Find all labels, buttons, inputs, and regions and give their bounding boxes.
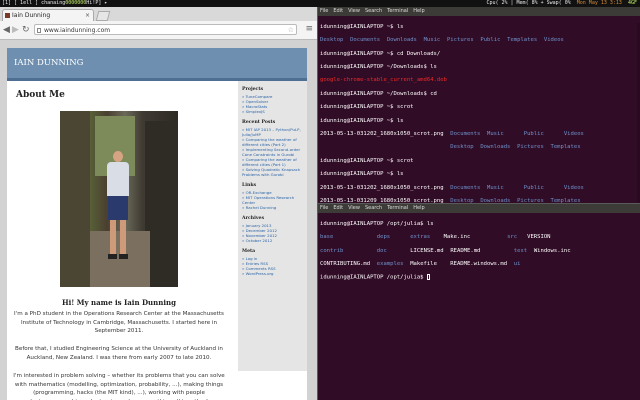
terminal-output[interactable]: idunning@IAINLAPTOP /opt/julia$ ls base … (318, 213, 640, 296)
system-status-bar: [1] [ 1ell ] chanaing0000000Hi!P] ▸ Cpu(… (0, 0, 640, 7)
sidebar-section: Links » OR-Exchange » MIT Operations Res… (238, 183, 307, 210)
sidebar-link[interactable]: » MIT IAP 2013 – Python/PuLP, Julia/JuMP (242, 127, 307, 137)
intro-paragraph-2: Before that, I studied Engineering Scien… (15, 346, 223, 361)
sidebar-section: Meta » Log in » Entries RSS » Comments R… (238, 249, 307, 276)
terminal-line: idunning@IAINLAPTOP ~$ scrot (320, 157, 414, 164)
menu-help[interactable]: Help (413, 8, 424, 14)
sidebar-heading: Links (242, 183, 257, 188)
sidebar-link[interactable]: » WordPress.org (242, 271, 307, 276)
person-figure (104, 151, 132, 261)
intro-paragraph-3: I'm interested in problem solving – whet… (13, 373, 225, 400)
menu-terminal[interactable]: Terminal (387, 205, 408, 211)
menu-file[interactable]: File (320, 205, 328, 211)
terminal-line: Desktop Documents Downloads Music Pictur… (320, 37, 564, 44)
terminal-line: 2013-05-13-031202_1680x1050_scrot.png Do… (320, 184, 584, 191)
intro-heading: Hi! My name is Iain Dunning (62, 298, 176, 307)
menu-file[interactable]: File (320, 8, 328, 14)
cpu-mem-stats: Cpu( 2% | Mem( 8% + Swap( 0% (486, 0, 571, 6)
main-content: About Me Hi! My name is Iain Dunning I'm… (7, 81, 231, 400)
terminal-line: idunning@IAINLAPTOP ~/Downloads$ ls (320, 63, 437, 70)
profile-photo (60, 111, 178, 287)
page-icon (37, 28, 41, 33)
terminal-line: idunning@IAINLAPTOP /opt/julia$ ls (320, 220, 434, 227)
browser-window: Iain Dunning × ◀ ▶ ↻ www.iaindunning.com… (0, 7, 317, 400)
terminal-window-top[interactable]: File Edit View Search Terminal Help idunning@… (318, 7, 640, 204)
sidebar: Projects » TuneCompare » OpenSolver » Ma… (238, 81, 307, 371)
terminal-menubar: File Edit View Search Terminal Help (318, 204, 640, 213)
browser-menu-icon[interactable]: ≡ (305, 24, 313, 34)
bookmark-star-icon[interactable]: ☆ (288, 25, 294, 36)
system-stats: Cpu( 2% | Mem( 8% + Swap( 0% Mon May 13 … (486, 0, 637, 7)
menu-edit[interactable]: Edit (333, 8, 343, 14)
reload-button[interactable]: ↻ (22, 24, 30, 36)
menu-view[interactable]: View (348, 205, 360, 211)
terminal-line: idunning@IAINLAPTOP ~$ cd Downloads/ (320, 50, 441, 57)
terminal-line: idunning@IAINLAPTOP ~$ scrot (320, 104, 414, 111)
terminal-line: google-chrome-stable_current_amd64.deb (320, 77, 447, 84)
tab-strip: Iain Dunning × (0, 7, 317, 21)
terminal-line: idunning@IAINLAPTOP ~$ ls (320, 171, 404, 178)
terminal-line: idunning@IAINLAPTOP ~/Downloads$ cd (320, 90, 437, 97)
site-container: IAIN DUNNING About Me Hi! My name is Iai… (7, 48, 307, 400)
sidebar-section: Archives » January 2013 » December 2012 … (238, 216, 307, 243)
terminal-line: CONTRIBUTING.md examples Makefile README… (320, 260, 521, 267)
terminal-line: 2013-05-13-031202_1680x1050_scrot.png Do… (320, 130, 584, 137)
menu-view[interactable]: View (348, 8, 360, 14)
tab-title: Iain Dunning (12, 12, 51, 19)
terminal-output[interactable]: idunning@IAINLAPTOP ~$ ls Desktop Docume… (318, 16, 640, 204)
navigation-bar: ◀ ▶ ↻ www.iaindunning.com ☆ ≡ (0, 21, 317, 40)
close-tab-icon[interactable]: × (85, 10, 90, 21)
sidebar-heading: Archives (242, 216, 265, 221)
browser-tab[interactable]: Iain Dunning × (2, 9, 94, 21)
address-bar[interactable]: www.iaindunning.com ☆ (34, 24, 297, 35)
workspace-indicator[interactable]: [1] [ 1ell ] chanaing0000000Hi!P] ▸ (2, 0, 107, 7)
page-heading: About Me (16, 90, 65, 100)
page-viewport[interactable]: IAIN DUNNING About Me Hi! My name is Iai… (0, 40, 317, 400)
terminal-line: contrib doc LICENSE.md README.md test Wi… (320, 247, 571, 254)
sidebar-link[interactable]: » MIT Operations Research Center (242, 195, 307, 205)
text-cursor (426, 274, 430, 281)
sidebar-link[interactable]: » Comparing the weather of different cit… (242, 157, 307, 167)
menu-terminal[interactable]: Terminal (387, 8, 408, 14)
sidebar-section: Projects » TuneCompare » OpenSolver » Ma… (238, 87, 307, 114)
sidebar-link[interactable]: » Rachel Dunning (242, 205, 307, 210)
sidebar-heading: Recent Posts (242, 120, 276, 125)
forward-button[interactable]: ▶ (12, 24, 19, 36)
terminal-window-bottom[interactable]: File Edit View Search Terminal Help idunning@… (318, 204, 640, 400)
intro-paragraph-1: I'm a PhD student in the Operations Rese… (14, 311, 224, 334)
menu-search[interactable]: Search (365, 8, 382, 14)
terminal-menubar: File Edit View Search Terminal Help (318, 7, 640, 16)
workspace-label: [1] [ 1ell ] chanaing (2, 0, 66, 6)
menu-search[interactable]: Search (365, 205, 382, 211)
date-text: Mon May 13 (576, 0, 607, 6)
menu-edit[interactable]: Edit (333, 205, 343, 211)
menu-help[interactable]: Help (413, 205, 424, 211)
terminal-line: idunning@IAINLAPTOP ~$ ls (320, 23, 404, 30)
workspace-tail: Hi!P] ▸ (86, 0, 108, 6)
sidebar-link[interactable]: » Implementing Second-order Cone Constra… (242, 147, 307, 157)
terminal-line: idunning@IAINLAPTOP /opt/julia$ (320, 274, 638, 281)
mem-indicator: 4GF (627, 0, 637, 6)
favicon-icon (5, 13, 10, 18)
terminal-line: base deps extras Make.inc src VERSION (320, 234, 551, 241)
site-title[interactable]: IAIN DUNNING (7, 48, 307, 81)
sidebar-heading: Meta (242, 249, 256, 254)
sidebar-link[interactable]: » Solving Quadratic Knapsack Problems wi… (242, 167, 307, 177)
workspace-highlight: 0000000 (65, 0, 87, 6)
sidebar-link[interactable]: » Comparing the weather of different cit… (242, 137, 307, 147)
sidebar-link[interactable]: » October 2012 (242, 238, 307, 243)
new-tab-button[interactable] (95, 11, 111, 21)
sidebar-link[interactable]: » SimplexJS (242, 109, 307, 114)
terminal-line: idunning@IAINLAPTOP ~$ ls (320, 117, 404, 124)
sidebar-heading: Projects (242, 87, 264, 92)
sidebar-section: Recent Posts » MIT IAP 2013 – Python/PuL… (238, 120, 307, 177)
terminal-line: Desktop Downloads Pictures Templates (450, 144, 581, 151)
url-text: www.iaindunning.com (44, 27, 111, 34)
back-button[interactable]: ◀ (3, 24, 10, 36)
time-text: 3:13 (609, 0, 622, 6)
